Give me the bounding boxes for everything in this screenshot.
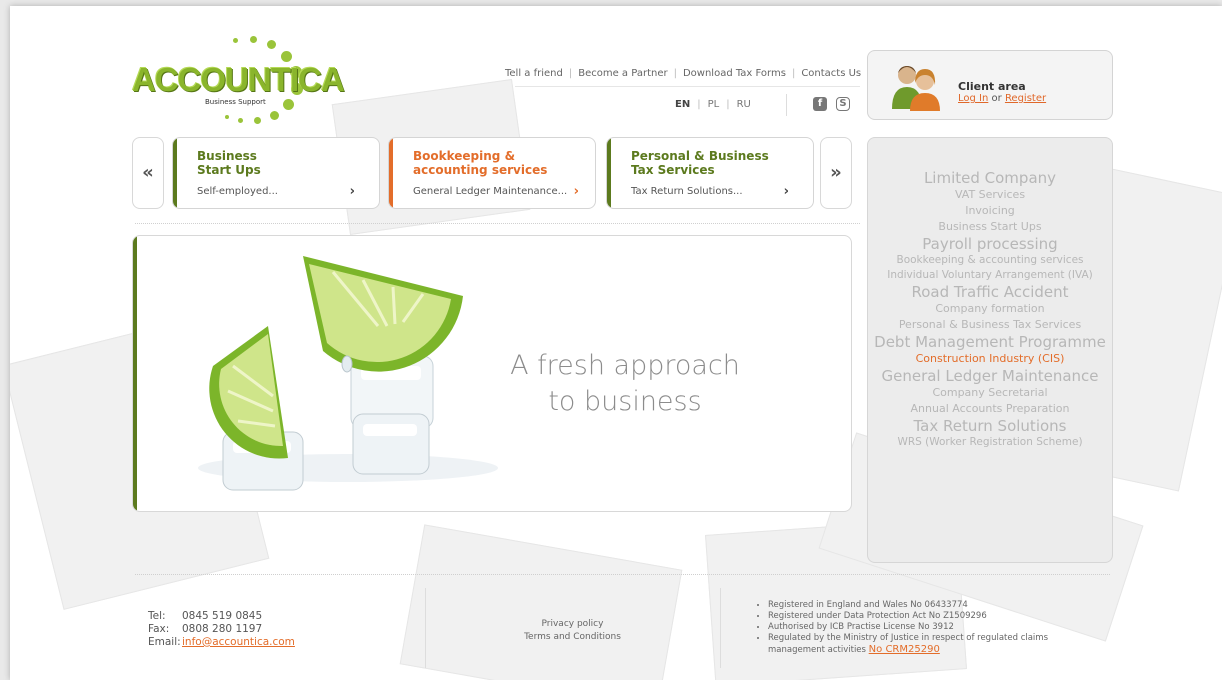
service-link[interactable]: Annual Accounts Preparation xyxy=(868,401,1112,417)
client-area: Client area Log In or Register xyxy=(867,50,1113,120)
registration-item: Registered in England and Wales No 06433… xyxy=(768,600,1100,611)
lang-pl[interactable]: PL xyxy=(708,99,720,110)
hero-line-1: A fresh approach xyxy=(510,350,740,381)
logo-tagline: Business Support xyxy=(205,98,266,106)
divider xyxy=(515,86,860,87)
logo-dot xyxy=(225,115,229,119)
fax-label: Fax: xyxy=(148,623,170,635)
service-link[interactable]: Road Traffic Accident xyxy=(868,283,1112,301)
service-link[interactable]: VAT Services xyxy=(868,187,1112,203)
logo-dot xyxy=(267,40,276,49)
registration-info: Registered in England and Wales No 06433… xyxy=(760,600,1100,656)
service-link[interactable]: Personal & Business Tax Services xyxy=(868,317,1112,333)
logo-dot xyxy=(283,99,294,110)
service-link[interactable]: Debt Management Programme xyxy=(868,333,1112,351)
logo[interactable]: ACCOUNTICA Business Support xyxy=(130,36,345,131)
services-menu: Limited Company VAT Services Invoicing Busi… xyxy=(867,137,1113,563)
tab-accent-bar xyxy=(607,138,611,208)
service-link[interactable]: Payroll processing xyxy=(868,235,1112,253)
registration-item: Regulated by the Ministry of Justice in … xyxy=(768,633,1100,656)
tel-label: Tel: xyxy=(148,610,166,622)
register-link[interactable]: Register xyxy=(1005,93,1046,104)
privacy-policy-link[interactable]: Privacy policy xyxy=(520,618,625,631)
service-link[interactable]: Invoicing xyxy=(868,203,1112,219)
hero-banner: A fresh approach to business xyxy=(132,235,852,512)
tab-title: Business Start Ups xyxy=(197,149,261,177)
logo-dot xyxy=(254,117,261,124)
tab-accent-bar xyxy=(173,138,177,208)
skype-icon[interactable]: S xyxy=(836,97,850,111)
hero-headline: A fresh approach to business xyxy=(505,348,745,420)
tab-subtitle: Tax Return Solutions... xyxy=(631,186,743,197)
carousel-next-button[interactable]: » xyxy=(820,137,852,209)
fax-line: Fax: 0808 280 1197 xyxy=(148,623,295,636)
chevron-right-icon: › xyxy=(783,184,789,199)
carousel-prev-button[interactable]: « xyxy=(132,137,164,209)
divider xyxy=(720,588,721,668)
service-link[interactable]: General Ledger Maintenance xyxy=(868,367,1112,385)
divider xyxy=(425,588,426,668)
phone-line: Tel: 0845 519 0845 xyxy=(148,610,295,623)
logo-dot xyxy=(270,111,279,120)
service-link[interactable]: WRS (Worker Registration Scheme) xyxy=(868,435,1112,450)
users-icon xyxy=(892,66,940,111)
chevron-right-icon: › xyxy=(573,184,579,199)
service-link[interactable]: Company Secretarial xyxy=(868,385,1112,401)
logo-dot xyxy=(233,38,238,43)
tab-subtitle: Self-employed... xyxy=(197,186,278,197)
divider xyxy=(786,94,787,116)
logo-wordmark: ACCOUNTICA xyxy=(132,61,345,98)
client-links: Log In or Register xyxy=(958,93,1046,104)
tab-business-start-ups[interactable]: Business Start Ups Self-employed... › xyxy=(172,137,380,209)
lang-en[interactable]: EN xyxy=(675,99,690,110)
logo-dot xyxy=(250,36,257,43)
email-link[interactable]: info@accountica.com xyxy=(182,636,295,648)
lang-ru[interactable]: RU xyxy=(737,99,751,110)
tab-personal-business-tax[interactable]: Personal & Business Tax Services Tax Ret… xyxy=(606,137,814,209)
registration-item: Authorised by ICB Practise License No 39… xyxy=(768,622,1100,633)
tel-value: 0845 519 0845 xyxy=(182,610,263,622)
nav-become-a-partner[interactable]: Become a Partner xyxy=(578,68,667,79)
nav-contacts-us[interactable]: Contacts Us xyxy=(801,68,861,79)
nav-tell-a-friend[interactable]: Tell a friend xyxy=(505,68,563,79)
service-link[interactable]: Company formation xyxy=(868,301,1112,317)
facebook-icon[interactable]: f xyxy=(813,97,827,111)
services-list: Limited Company VAT Services Invoicing Busi… xyxy=(868,169,1112,450)
tab-title: Personal & Business Tax Services xyxy=(631,149,769,177)
crm-link[interactable]: No CRM25290 xyxy=(869,644,940,655)
service-link[interactable]: Limited Company xyxy=(868,169,1112,187)
footer-divider xyxy=(135,574,1110,575)
lime-ice-illustration xyxy=(198,256,498,491)
service-link[interactable]: Business Start Ups xyxy=(868,219,1112,235)
chevron-right-icon: › xyxy=(349,184,355,199)
hero-line-2: to business xyxy=(548,386,702,417)
nav-download-tax-forms[interactable]: Download Tax Forms xyxy=(683,68,786,79)
top-nav: Tell a friend | Become a Partner | Download … xyxy=(505,68,862,79)
divider xyxy=(135,223,860,224)
hero-accent-bar xyxy=(133,236,137,511)
tab-bookkeeping[interactable]: Bookkeeping & accounting services Genera… xyxy=(388,137,596,209)
background-document xyxy=(399,524,683,680)
terms-link[interactable]: Terms and Conditions xyxy=(520,631,625,644)
logo-dot xyxy=(238,118,243,123)
login-link[interactable]: Log In xyxy=(958,93,988,104)
page: ACCOUNTICA Business Support Tell a frien… xyxy=(10,6,1222,680)
fax-value: 0808 280 1197 xyxy=(182,623,263,635)
client-area-title: Client area xyxy=(958,80,1026,93)
tab-accent-bar xyxy=(389,138,393,208)
service-link[interactable]: Individual Voluntary Arrangement (IVA) xyxy=(868,268,1112,283)
email-label: Email: xyxy=(148,636,181,648)
service-link[interactable]: Bookkeeping & accounting services xyxy=(868,253,1112,268)
or-text: or xyxy=(991,93,1002,104)
legal-links: Privacy policy Terms and Conditions xyxy=(520,618,625,644)
contact-info: Tel: 0845 519 0845 Fax: 0808 280 1197 Emai… xyxy=(148,610,295,649)
language-switcher: EN | PL | RU xyxy=(675,99,751,110)
registration-item: Registered under Data Protection Act No … xyxy=(768,611,1100,622)
tab-subtitle: General Ledger Maintenance... xyxy=(413,186,568,197)
registration-list: Registered in England and Wales No 06433… xyxy=(760,600,1100,656)
service-link[interactable]: Tax Return Solutions xyxy=(868,417,1112,435)
email-line: Email:info@accountica.com xyxy=(148,636,295,649)
service-link[interactable]: Construction Industry (CIS) xyxy=(868,351,1112,367)
tab-title: Bookkeeping & accounting services xyxy=(413,149,548,177)
